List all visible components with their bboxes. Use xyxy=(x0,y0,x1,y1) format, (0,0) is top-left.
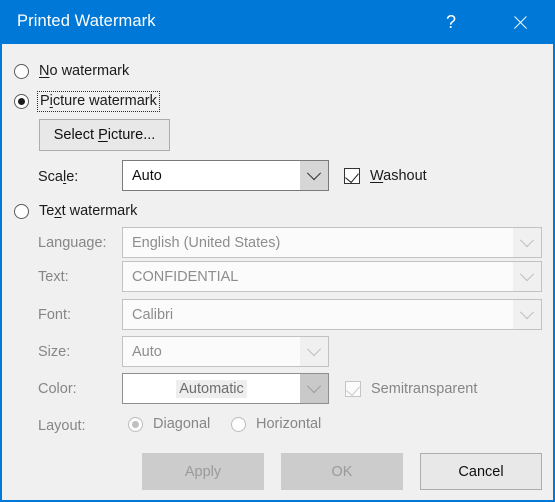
apply-button[interactable]: Apply xyxy=(142,453,264,490)
radio-indicator xyxy=(14,203,29,219)
semitransparent-checkbox[interactable]: Semitransparent xyxy=(345,380,477,398)
washout-label: Washout xyxy=(370,168,427,184)
color-label: Color: xyxy=(38,381,77,397)
washout-checkbox[interactable]: Washout xyxy=(344,167,427,185)
radio-text-watermark-label: Text watermark xyxy=(39,203,138,219)
chevron-down-icon xyxy=(519,304,535,319)
chevron-down-icon xyxy=(306,378,322,393)
text-dropdown-button[interactable] xyxy=(513,262,541,291)
radio-indicator xyxy=(231,416,246,432)
radio-layout-diagonal[interactable]: Diagonal xyxy=(128,415,210,433)
chevron-down-icon xyxy=(306,165,322,180)
radio-indicator xyxy=(14,94,29,109)
radio-layout-horizontal-label: Horizontal xyxy=(256,416,322,432)
apply-label: Apply xyxy=(184,463,222,480)
color-combobox[interactable]: Automatic xyxy=(122,373,329,404)
scale-dropdown-button[interactable] xyxy=(300,161,328,190)
cancel-label: Cancel xyxy=(458,463,504,480)
chevron-down-icon xyxy=(519,232,535,247)
text-combobox[interactable]: CONFIDENTIAL xyxy=(122,261,542,292)
checkbox-indicator xyxy=(345,381,361,397)
scale-value: Auto xyxy=(132,167,162,184)
select-picture-button[interactable]: Select Picture... xyxy=(39,119,170,151)
size-label: Size: xyxy=(38,344,71,360)
radio-picture-watermark-label: Picture watermark xyxy=(37,91,160,112)
font-dropdown-button[interactable] xyxy=(513,300,541,329)
select-picture-label: Select Picture... xyxy=(53,127,156,143)
text-value: CONFIDENTIAL xyxy=(132,268,239,285)
radio-picture-watermark[interactable]: Picture watermark xyxy=(14,91,160,112)
font-combobox[interactable]: Calibri xyxy=(122,299,542,330)
ok-label: OK xyxy=(331,463,353,480)
scale-combobox[interactable]: Auto xyxy=(122,160,329,191)
color-value-wrap: Automatic xyxy=(123,374,300,403)
radio-text-watermark[interactable]: Text watermark xyxy=(14,202,137,220)
radio-no-watermark-label: No watermark xyxy=(39,63,130,79)
language-label: Language: xyxy=(38,235,107,251)
language-dropdown-button[interactable] xyxy=(513,228,541,257)
printed-watermark-dialog: Printed Watermark ? No watermark Picture… xyxy=(0,0,555,502)
text-label: Text: xyxy=(38,269,69,285)
size-dropdown-button[interactable] xyxy=(300,337,328,366)
language-combobox[interactable]: English (United States) xyxy=(122,227,542,258)
ok-button[interactable]: OK xyxy=(281,453,403,490)
title-bar: Printed Watermark ? xyxy=(2,0,553,44)
radio-layout-horizontal[interactable]: Horizontal xyxy=(231,415,321,433)
radio-indicator xyxy=(128,416,143,432)
checkbox-indicator xyxy=(344,168,360,184)
layout-label: Layout: xyxy=(38,418,86,434)
dialog-body: No watermark Picture watermark Select Pi… xyxy=(2,44,553,500)
radio-layout-diagonal-label: Diagonal xyxy=(153,416,211,432)
color-value: Automatic xyxy=(176,379,247,398)
window-title: Printed Watermark xyxy=(17,12,156,30)
close-button[interactable] xyxy=(497,0,543,44)
font-label: Font: xyxy=(38,307,72,323)
radio-no-watermark[interactable]: No watermark xyxy=(14,62,129,80)
radio-indicator xyxy=(14,63,29,79)
size-value: Auto xyxy=(132,343,162,360)
language-value: English (United States) xyxy=(132,234,281,251)
size-combobox[interactable]: Auto xyxy=(122,336,329,367)
question-mark-icon: ? xyxy=(445,11,456,32)
color-dropdown-button[interactable] xyxy=(300,374,328,403)
chevron-down-icon xyxy=(306,341,322,356)
cancel-button[interactable]: Cancel xyxy=(420,453,542,490)
semitransparent-label: Semitransparent xyxy=(371,381,478,397)
chevron-down-icon xyxy=(519,266,535,281)
close-icon xyxy=(512,14,529,31)
help-button[interactable]: ? xyxy=(428,0,474,44)
font-value: Calibri xyxy=(132,306,174,323)
scale-label: Scale: xyxy=(38,169,79,185)
